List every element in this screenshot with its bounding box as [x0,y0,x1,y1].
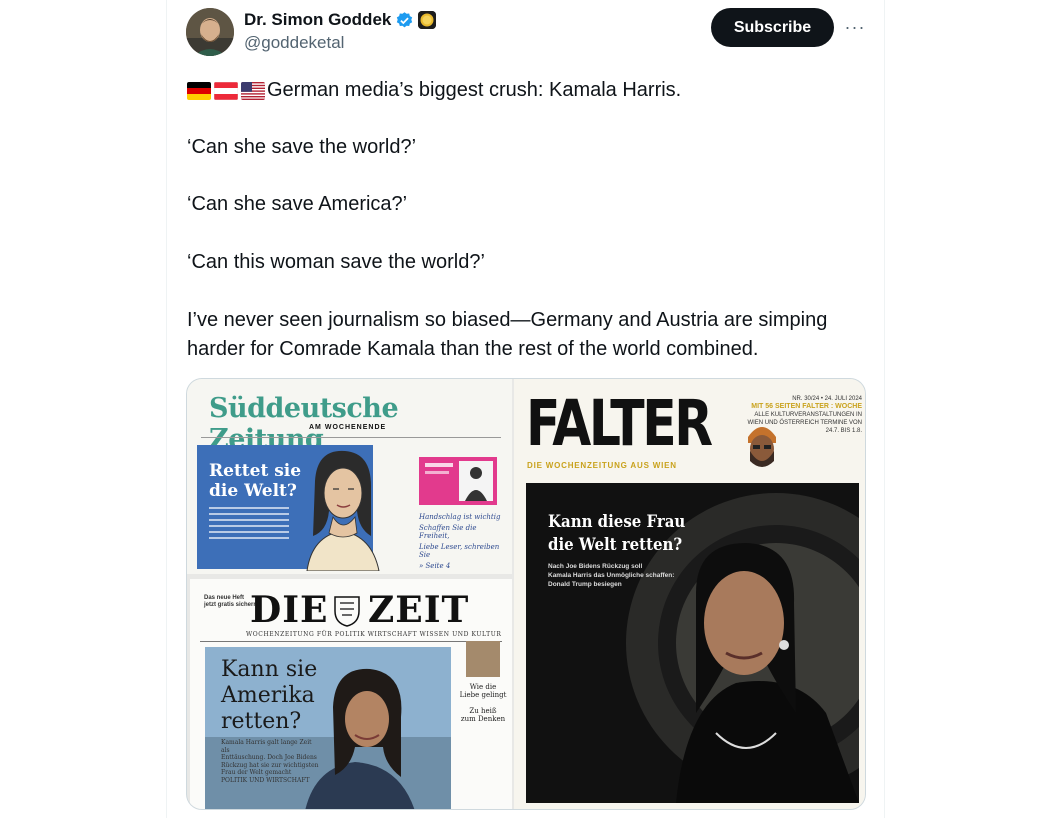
falter-dek: Nach Joe Bidens Rückzug soll Kamala Harr… [548,562,678,589]
flag-group [187,81,265,100]
sz-headline: Rettet sie die Welt? [209,461,301,501]
tweet-line-1: German media’s biggest crush: Kamala Har… [187,76,681,105]
falter-dek-3: Donald Trump besiegen [548,581,622,588]
display-name[interactable]: Dr. Simon Goddek [244,10,391,30]
zeit-body: Kamala Harris galt lange Zeit als Enttäu… [221,739,321,784]
austria-flag-icon [214,81,238,100]
sz-note-4: » Seite 4 [419,562,451,570]
author-handle[interactable]: @goddeketal [244,33,344,53]
falter-headline-1: Kann diese Frau [548,512,686,532]
zeit-body-5: POLITIK UND WIRTSCHAFT [221,776,310,784]
zeit-body-4: Frau der Welt gemacht [221,769,292,776]
falter-title: FALTER [526,387,713,460]
falter-headline-2: die Welt retten? [548,535,683,555]
falter-dek-1: Nach Joe Bidens Rückzug soll [548,563,643,570]
subscribe-button[interactable]: Subscribe [711,8,834,47]
sz-pink-box [419,457,497,505]
timeline-border-right [884,0,885,818]
tweet-text-line-5a: I’ve never seen journalism so biased—Ger… [187,309,828,331]
falter-cartoon-icon [748,427,776,467]
zeit-side-1b: Liebe gelingt [459,691,507,699]
zeit-crest-icon [334,596,360,627]
sz-body-text [209,507,289,543]
zeit-body-2: Enttäuschung. Doch Joe Bidens [221,754,317,761]
verified-badge-icon [395,11,414,30]
zeit-sidebar: Wie die Liebe gelingt Zu heiß zum Denken [458,641,508,731]
zeit-rule [200,641,502,642]
tweet-text-line-3: ‘Can she save America?’ [187,193,408,215]
falter-headline: Kann diese Frau die Welt retten? [548,511,685,557]
falter-dek-2: Kamala Harris das Unmögliche schaffen: [548,572,675,579]
sz-front-page: Süddeutsche Zeitung AM WOCHENENDE Rettet… [187,379,512,574]
zeit-headline: Kann sie Amerika retten? [221,657,317,735]
more-options-icon[interactable]: ··· [840,12,870,42]
falter-front-page: FALTER DIE WOCHENZEITUNG AUS WIEN NR. 30… [514,379,865,809]
author-name-row: Dr. Simon Goddek [244,9,437,31]
zeit-body-3: Rückzug hat sie zur wichtigsten [221,761,319,769]
timeline-border-left [166,0,167,818]
zeit-logo-left: DIE [250,589,329,631]
zeit-side-2: Zu heiß zum Denken [458,707,508,723]
falter-promo: MIT 56 SEITEN FALTER : WOCHE [751,403,862,410]
zeit-headline-3: retten? [221,709,302,734]
gold-circle-badge-icon[interactable] [418,11,437,29]
zeit-logo-right: ZEIT [368,589,470,631]
zeit-subtitle: WOCHENZEITUNG FÜR POLITIK WIRTSCHAFT WIS… [246,631,502,638]
zeit-side-2a: Zu heiß [469,707,497,715]
zeit-side-1a: Wie die [469,683,497,691]
zeit-headline-2: Amerika [221,683,315,708]
tweet-media-image[interactable]: Süddeutsche Zeitung AM WOCHENENDE Rettet… [186,378,866,810]
sz-note-2: Schaffen Sie die Freiheit, [419,524,477,540]
falter-subtitle: DIE WOCHENZEITUNG AUS WIEN [527,461,677,470]
tweet-text-line-5b: harder for Comrade Kamala than the rest … [187,338,759,360]
usa-flag-icon [241,81,265,100]
sz-rule [201,437,501,438]
sz-headline-2: die Welt? [209,481,297,501]
zeit-side-2b: zum Denken [460,715,506,723]
tweet-text-line-1: German media’s biggest crush: Kamala Har… [267,79,682,101]
germany-flag-icon [187,81,211,100]
sz-note-1: Handschlag ist wichtig [419,513,501,521]
sz-subtitle: AM WOCHENENDE [309,424,387,431]
sz-note-3: Liebe Leser, schreiben Sie [419,543,500,559]
tweet-text-line-4: ‘Can this woman save the world?’ [187,251,485,273]
tweet-text-line-2: ‘Can she save the world?’ [187,136,417,158]
zeit-headline-1: Kann sie [221,657,318,682]
zeit-body-1: Kamala Harris galt lange Zeit als [221,739,312,754]
sz-handwritten-note: Handschlag ist wichtig Schaffen Sie die … [419,513,503,571]
zeit-side-1: Wie die Liebe gelingt [458,683,508,699]
avatar[interactable] [186,8,234,56]
sz-headline-1: Rettet sie [209,461,302,481]
zeit-side-photo [466,641,500,677]
falter-issue: NR. 30/24 • 24. JULI 2024 [792,396,862,402]
